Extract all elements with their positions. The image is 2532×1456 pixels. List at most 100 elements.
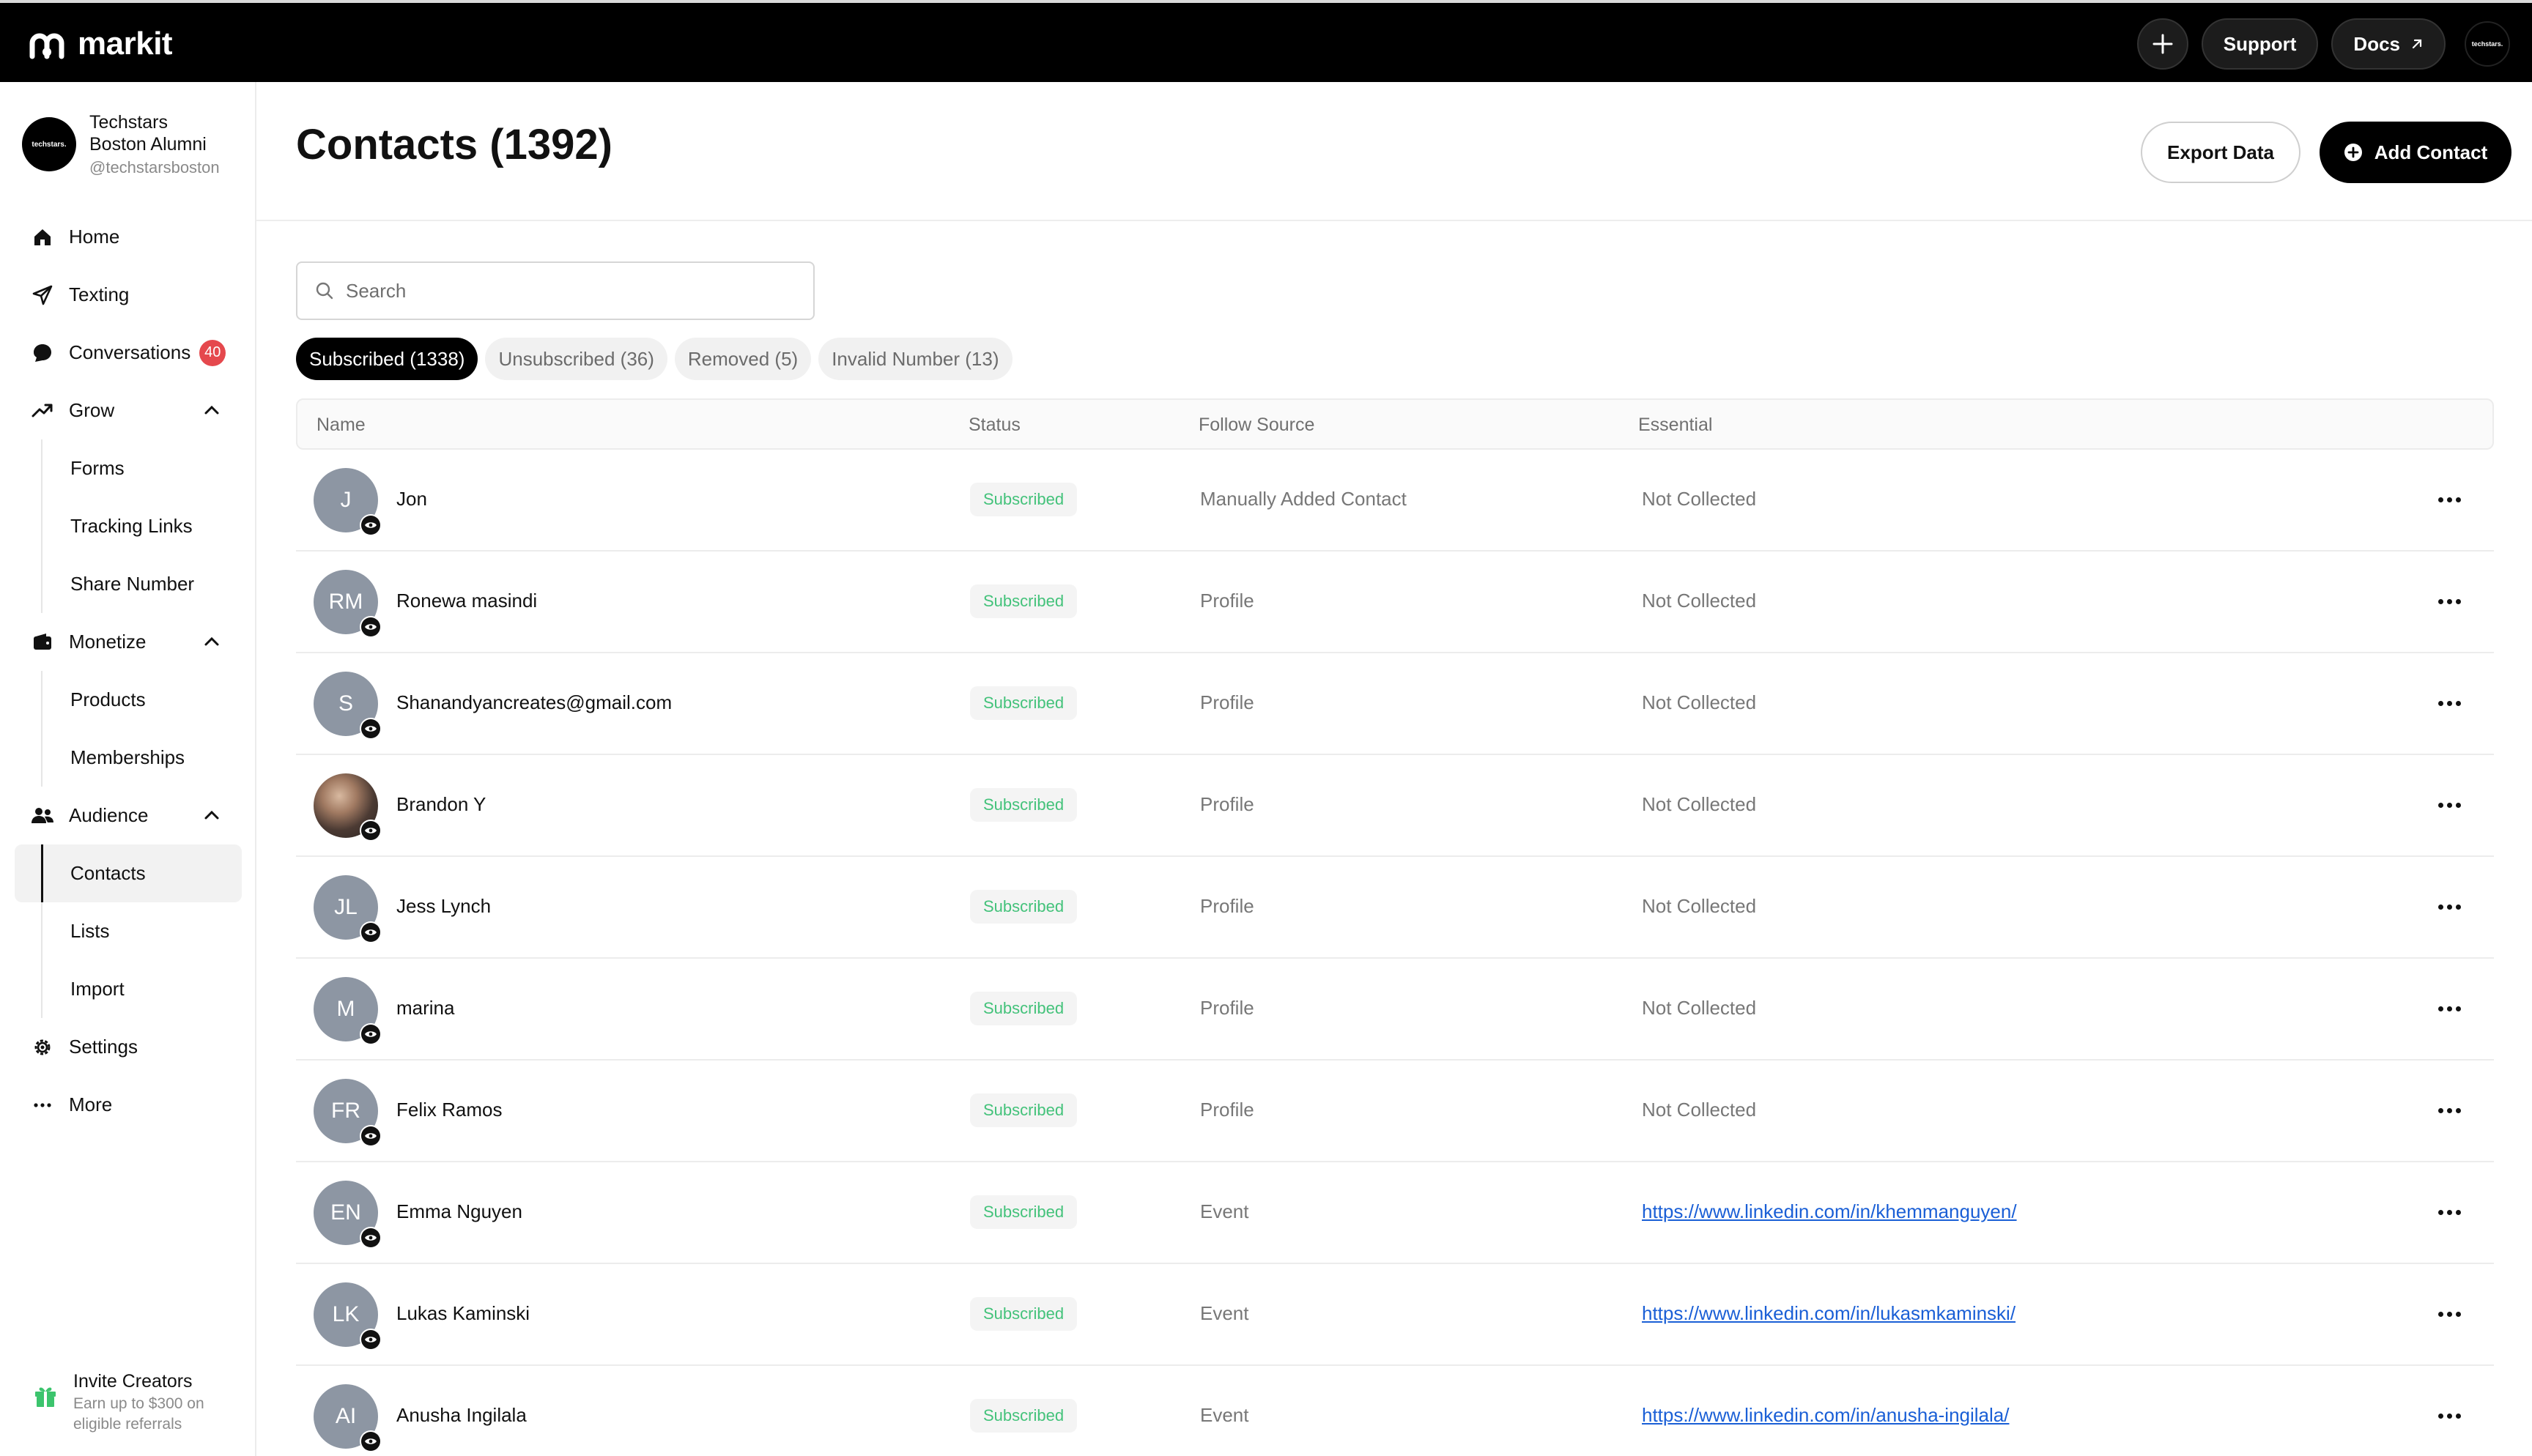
docs-label: Docs: [2353, 32, 2400, 55]
sidebar-item-label: Conversations: [69, 341, 191, 363]
tab-removed[interactable]: Removed (5): [674, 338, 812, 380]
essential-link[interactable]: https://www.linkedin.com/in/lukasmkamins…: [1642, 1302, 2015, 1325]
table-row[interactable]: AI Anusha Ingilala Subscribed Event https://…: [296, 1366, 2494, 1456]
table-row[interactable]: FR Felix Ramos Subscribed Profile Not Collec…: [296, 1061, 2494, 1162]
sidebar-item-forms[interactable]: Forms: [0, 439, 256, 497]
account-avatar-text: techstars.: [2471, 40, 2503, 48]
eye-icon[interactable]: [360, 921, 382, 943]
row-actions-ellipsis-icon[interactable]: [2431, 485, 2468, 514]
column-header-name[interactable]: Name: [316, 415, 366, 436]
contact-name[interactable]: Shanandyancreates@gmail.com: [396, 691, 672, 714]
sidebar-item-import[interactable]: Import: [0, 960, 256, 1018]
table-row[interactable]: Brandon Y Subscribed Profile Not Collected: [296, 755, 2494, 857]
table-row[interactable]: LK Lukas Kaminski Subscribed Event https://w…: [296, 1264, 2494, 1366]
row-actions-ellipsis-icon[interactable]: [2431, 1197, 2468, 1227]
chat-bubble-icon: [31, 341, 54, 365]
row-actions-ellipsis-icon[interactable]: [2431, 892, 2468, 921]
org-switcher[interactable]: techstars. Techstars Boston Alumni @tech…: [22, 111, 220, 177]
contact-name[interactable]: Emma Nguyen: [396, 1200, 522, 1223]
tab-label: Invalid Number (13): [832, 347, 999, 370]
row-actions-ellipsis-icon[interactable]: [2431, 688, 2468, 718]
sidebar-item-conversations[interactable]: Conversations 40: [0, 324, 256, 382]
contact-name[interactable]: Anusha Ingilala: [396, 1404, 527, 1427]
table-row[interactable]: S Shanandyancreates@gmail.com Subscribed Pr…: [296, 653, 2494, 755]
contact-name[interactable]: Felix Ramos: [396, 1099, 502, 1121]
eye-icon[interactable]: [360, 1329, 382, 1351]
follow-source: Profile: [1200, 895, 1254, 917]
row-actions-ellipsis-icon[interactable]: [2431, 1401, 2468, 1430]
export-data-button[interactable]: Export Data: [2141, 122, 2300, 183]
tab-unsubscribed[interactable]: Unsubscribed (36): [485, 338, 667, 380]
eye-icon[interactable]: [360, 1430, 382, 1452]
essential-value: Not Collected: [1642, 691, 1757, 713]
chevron-up-icon[interactable]: [202, 632, 221, 651]
row-actions-ellipsis-icon[interactable]: [2431, 994, 2468, 1023]
search-input[interactable]: [346, 279, 785, 302]
table-row[interactable]: EN Emma Nguyen Subscribed Event https://www.…: [296, 1162, 2494, 1264]
follow-source: Event: [1200, 1200, 1249, 1222]
table-row[interactable]: JL Jess Lynch Subscribed Profile Not Collect…: [296, 857, 2494, 959]
sidebar-item-label: More: [69, 1093, 113, 1115]
sidebar-item-products[interactable]: Products: [0, 671, 256, 729]
chevron-up-icon[interactable]: [202, 401, 221, 420]
sidebar-item-lists[interactable]: Lists: [0, 902, 256, 960]
row-actions-ellipsis-icon[interactable]: [2431, 587, 2468, 616]
essential-value: Not Collected: [1642, 895, 1757, 917]
tab-subscribed[interactable]: Subscribed (1338): [296, 338, 478, 380]
invite-description: Earn up to $300 on eligible referrals: [73, 1395, 204, 1433]
table-row[interactable]: Mmarina Subscribed Profile Not Collected: [296, 959, 2494, 1061]
row-actions-ellipsis-icon[interactable]: [2431, 1299, 2468, 1329]
eye-icon[interactable]: [360, 514, 382, 536]
sidebar-item-label: Grow: [69, 399, 115, 421]
sidebar-item-more[interactable]: More: [0, 1076, 256, 1134]
send-icon: [31, 283, 54, 307]
contact-name[interactable]: Jon: [396, 488, 427, 510]
sidebar-item-monetize[interactable]: Monetize: [0, 613, 256, 671]
chevron-up-icon[interactable]: [202, 806, 221, 825]
sidebar-item-home[interactable]: Home: [0, 208, 256, 266]
contact-name[interactable]: Lukas Kaminski: [396, 1302, 530, 1325]
column-header-status[interactable]: Status: [969, 415, 1021, 436]
page-header: Contacts (1392) Export Data Add Contact: [256, 82, 2532, 221]
sidebar-item-grow[interactable]: Grow: [0, 382, 256, 439]
sidebar-item-label: Settings: [69, 1036, 138, 1058]
tab-label: Unsubscribed (36): [498, 347, 654, 370]
top-bar: markit Support Docs techstars.: [0, 0, 2532, 82]
sidebar-item-settings[interactable]: Settings: [0, 1018, 256, 1076]
eye-icon[interactable]: [360, 1023, 382, 1045]
eye-icon[interactable]: [360, 1125, 382, 1147]
add-contact-button[interactable]: Add Contact: [2320, 122, 2511, 183]
contact-name[interactable]: Ronewa masindi: [396, 590, 537, 612]
row-actions-ellipsis-icon[interactable]: [2431, 1096, 2468, 1125]
create-button[interactable]: [2136, 18, 2188, 70]
sidebar-item-contacts[interactable]: Contacts: [15, 844, 242, 902]
sidebar-item-audience[interactable]: Audience: [0, 787, 256, 844]
brand-logo[interactable]: markit: [28, 23, 173, 64]
sidebar-item-memberships[interactable]: Memberships: [0, 729, 256, 787]
search-icon: [316, 282, 333, 300]
invite-creators[interactable]: Invite Creators Earn up to $300 on eligi…: [32, 1371, 242, 1435]
external-link-icon: [2412, 39, 2422, 49]
row-actions-ellipsis-icon[interactable]: [2431, 790, 2468, 820]
table-row[interactable]: J Jon Subscribed Manually Added Contact Not …: [296, 450, 2494, 551]
sidebar-item-tracking-links[interactable]: Tracking Links: [0, 497, 256, 555]
sidebar-item-texting[interactable]: Texting: [0, 266, 256, 324]
eye-icon[interactable]: [360, 820, 382, 842]
follow-source: Event: [1200, 1404, 1249, 1426]
tab-invalid-number[interactable]: Invalid Number (13): [818, 338, 1013, 380]
docs-button[interactable]: Docs: [2331, 18, 2446, 70]
column-header-follow-source[interactable]: Follow Source: [1199, 415, 1314, 436]
contact-name[interactable]: Brandon Y: [396, 793, 486, 816]
column-header-essential[interactable]: Essential: [1638, 415, 1712, 436]
account-avatar[interactable]: techstars.: [2465, 21, 2510, 67]
essential-link[interactable]: https://www.linkedin.com/in/khemmanguyen…: [1642, 1200, 2017, 1223]
essential-link[interactable]: https://www.linkedin.com/in/anusha-ingil…: [1642, 1404, 2009, 1427]
sidebar-item-share-number[interactable]: Share Number: [0, 555, 256, 613]
contact-name[interactable]: Jess Lynch: [396, 895, 491, 918]
support-button[interactable]: Support: [2201, 18, 2319, 70]
contact-name[interactable]: marina: [396, 997, 454, 1019]
eye-icon[interactable]: [360, 1227, 382, 1249]
table-row[interactable]: RM Ronewa masindi Subscribed Profile Not Col…: [296, 551, 2494, 653]
eye-icon[interactable]: [360, 718, 382, 740]
eye-icon[interactable]: [360, 616, 382, 638]
